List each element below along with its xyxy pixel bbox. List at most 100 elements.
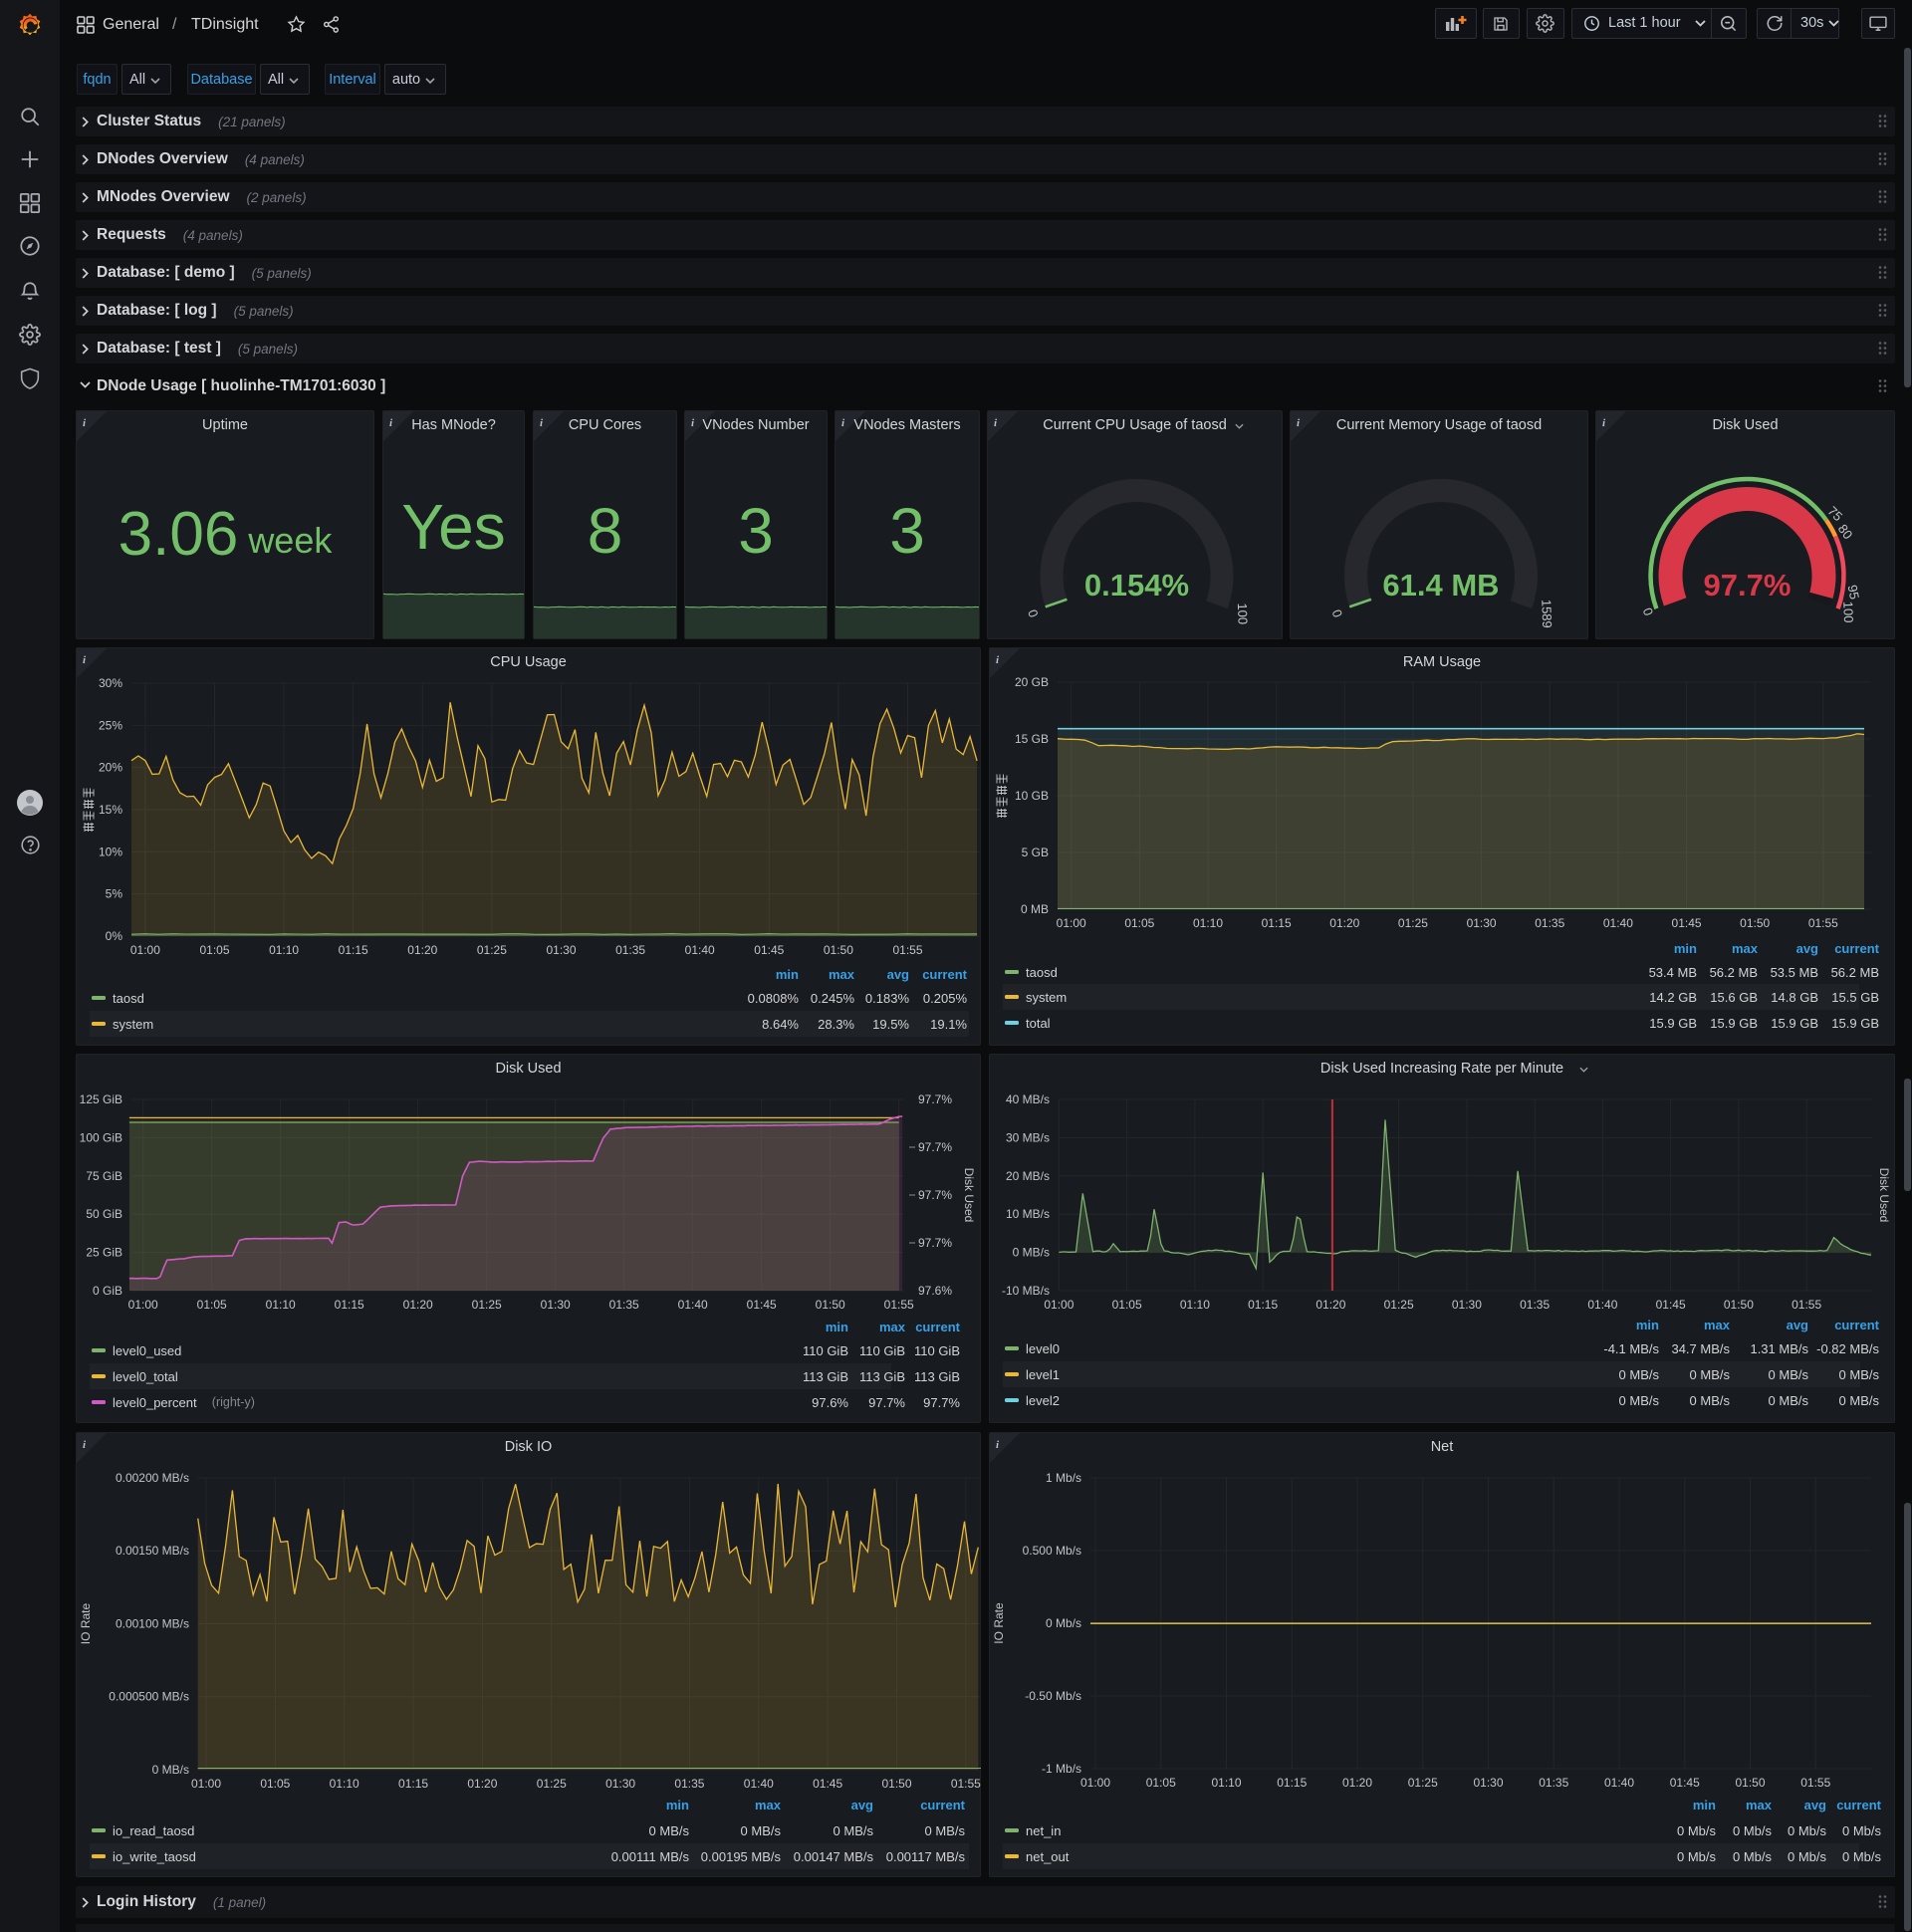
svg-text:01:15: 01:15 bbox=[398, 1777, 428, 1791]
svg-text:0.00150 MB/s: 0.00150 MB/s bbox=[116, 1544, 189, 1558]
svg-text:01:40: 01:40 bbox=[1587, 1298, 1617, 1312]
svg-text:01:20: 01:20 bbox=[1329, 916, 1359, 930]
svg-text:01:25: 01:25 bbox=[1398, 916, 1428, 930]
svg-text:01:10: 01:10 bbox=[330, 1777, 359, 1791]
svg-text:01:45: 01:45 bbox=[747, 1298, 777, 1312]
svg-text:01:30: 01:30 bbox=[1473, 1776, 1503, 1790]
svg-text:01:50: 01:50 bbox=[816, 1298, 845, 1312]
svg-text:40 MB/s: 40 MB/s bbox=[1006, 1092, 1050, 1106]
svg-text:IO Rate: IO Rate bbox=[79, 1603, 93, 1645]
svg-text:30 MB/s: 30 MB/s bbox=[1006, 1130, 1050, 1144]
svg-text:01:45: 01:45 bbox=[813, 1777, 842, 1791]
svg-text:0 Mb/s: 0 Mb/s bbox=[1046, 1616, 1081, 1630]
svg-text:5 GB: 5 GB bbox=[1022, 845, 1049, 859]
svg-text:0.00100 MB/s: 0.00100 MB/s bbox=[116, 1617, 189, 1631]
svg-text:01:55: 01:55 bbox=[884, 1298, 914, 1312]
svg-text:01:25: 01:25 bbox=[1408, 1776, 1438, 1790]
svg-text:01:15: 01:15 bbox=[1277, 1776, 1307, 1790]
svg-text:01:30: 01:30 bbox=[605, 1777, 635, 1791]
svg-text:01:30: 01:30 bbox=[1467, 916, 1497, 930]
svg-text:01:00: 01:00 bbox=[130, 943, 160, 957]
svg-text:01:05: 01:05 bbox=[197, 1298, 227, 1312]
svg-text:01:25: 01:25 bbox=[472, 1298, 502, 1312]
svg-text:01:40: 01:40 bbox=[678, 1298, 708, 1312]
svg-text:01:00: 01:00 bbox=[1080, 1776, 1110, 1790]
svg-text:100 GiB: 100 GiB bbox=[80, 1130, 122, 1144]
svg-text:0 GiB: 0 GiB bbox=[93, 1284, 122, 1298]
svg-text:01:00: 01:00 bbox=[1044, 1298, 1074, 1312]
svg-text:0 MB/s: 0 MB/s bbox=[152, 1763, 189, 1777]
svg-text:01:05: 01:05 bbox=[1124, 916, 1154, 930]
svg-text:01:10: 01:10 bbox=[1193, 916, 1223, 930]
svg-text:50 GiB: 50 GiB bbox=[86, 1207, 122, 1221]
svg-text:01:00: 01:00 bbox=[191, 1777, 221, 1791]
svg-text:01:45: 01:45 bbox=[1656, 1298, 1686, 1312]
svg-text:01:30: 01:30 bbox=[546, 943, 576, 957]
svg-text:20 GB: 20 GB bbox=[1015, 675, 1049, 689]
svg-text:97.7%: 97.7% bbox=[918, 1140, 952, 1154]
svg-text:01:35: 01:35 bbox=[1535, 916, 1564, 930]
svg-text:01:50: 01:50 bbox=[1724, 1298, 1754, 1312]
svg-text:01:20: 01:20 bbox=[1342, 1776, 1372, 1790]
svg-text:0: 0 bbox=[1025, 607, 1042, 619]
svg-text:01:45: 01:45 bbox=[1672, 916, 1702, 930]
svg-text:01:55: 01:55 bbox=[1800, 1776, 1830, 1790]
svg-text:100: 100 bbox=[1840, 601, 1856, 622]
svg-text:97.7%: 97.7% bbox=[918, 1092, 952, 1106]
svg-text:01:25: 01:25 bbox=[537, 1777, 567, 1791]
svg-text:01:50: 01:50 bbox=[881, 1777, 911, 1791]
svg-text:01:25: 01:25 bbox=[477, 943, 507, 957]
svg-text:01:15: 01:15 bbox=[1262, 916, 1292, 930]
svg-text:01:00: 01:00 bbox=[1057, 916, 1086, 930]
svg-text:01:10: 01:10 bbox=[1180, 1298, 1210, 1312]
svg-text:125 GiB: 125 GiB bbox=[80, 1092, 122, 1106]
svg-text:0.000500 MB/s: 0.000500 MB/s bbox=[109, 1690, 189, 1704]
svg-text:1 Mb/s: 1 Mb/s bbox=[1046, 1471, 1081, 1485]
svg-text:01:50: 01:50 bbox=[1740, 916, 1770, 930]
svg-text:75 GiB: 75 GiB bbox=[86, 1169, 122, 1183]
svg-text:01:05: 01:05 bbox=[260, 1777, 290, 1791]
svg-text:01:50: 01:50 bbox=[824, 943, 853, 957]
svg-text:01:20: 01:20 bbox=[403, 1298, 433, 1312]
svg-text:20%: 20% bbox=[99, 761, 122, 775]
svg-text:01:20: 01:20 bbox=[407, 943, 437, 957]
svg-text:01:55: 01:55 bbox=[892, 943, 922, 957]
svg-text:01:05: 01:05 bbox=[1146, 1776, 1176, 1790]
svg-text:01:55: 01:55 bbox=[1792, 1298, 1821, 1312]
svg-text:0 MB/s: 0 MB/s bbox=[1013, 1246, 1050, 1260]
svg-text:01:15: 01:15 bbox=[1248, 1298, 1278, 1312]
svg-text:97.7%: 97.7% bbox=[918, 1188, 952, 1202]
svg-text:Disk Used: Disk Used bbox=[1877, 1168, 1891, 1223]
svg-text:5%: 5% bbox=[106, 887, 123, 901]
svg-text:01:55: 01:55 bbox=[1808, 916, 1838, 930]
svg-text:01:05: 01:05 bbox=[1112, 1298, 1142, 1312]
svg-text:01:10: 01:10 bbox=[269, 943, 299, 957]
svg-text:1589: 1589 bbox=[1539, 600, 1554, 628]
svg-text:01:15: 01:15 bbox=[335, 1298, 364, 1312]
svg-text:01:20: 01:20 bbox=[1315, 1298, 1345, 1312]
svg-text:01:30: 01:30 bbox=[1452, 1298, 1482, 1312]
svg-text:0%: 0% bbox=[106, 929, 123, 943]
svg-text:01:35: 01:35 bbox=[1539, 1776, 1568, 1790]
svg-text:10 MB/s: 10 MB/s bbox=[1006, 1207, 1050, 1221]
svg-text:01:40: 01:40 bbox=[1604, 1776, 1634, 1790]
svg-text:97.7%: 97.7% bbox=[918, 1236, 952, 1250]
svg-text:01:40: 01:40 bbox=[744, 1777, 774, 1791]
svg-text:01:00: 01:00 bbox=[128, 1298, 158, 1312]
svg-text:10%: 10% bbox=[99, 845, 122, 858]
svg-text:01:40: 01:40 bbox=[1603, 916, 1633, 930]
svg-text:01:25: 01:25 bbox=[1384, 1298, 1414, 1312]
svg-text:15%: 15% bbox=[99, 803, 122, 817]
svg-text:01:30: 01:30 bbox=[541, 1298, 571, 1312]
svg-text:25 GiB: 25 GiB bbox=[86, 1246, 122, 1260]
svg-text:01:10: 01:10 bbox=[1211, 1776, 1241, 1790]
svg-text:-1 Mb/s: -1 Mb/s bbox=[1042, 1762, 1081, 1776]
svg-text:01:05: 01:05 bbox=[199, 943, 229, 957]
svg-text:01:45: 01:45 bbox=[754, 943, 784, 957]
svg-text:01:15: 01:15 bbox=[339, 943, 368, 957]
svg-text:97.6%: 97.6% bbox=[918, 1284, 952, 1298]
svg-text:-10 MB/s: -10 MB/s bbox=[1002, 1284, 1050, 1298]
svg-text:-0.50 Mb/s: -0.50 Mb/s bbox=[1025, 1689, 1081, 1703]
svg-text:25%: 25% bbox=[99, 718, 122, 732]
svg-text:01:35: 01:35 bbox=[1520, 1298, 1550, 1312]
